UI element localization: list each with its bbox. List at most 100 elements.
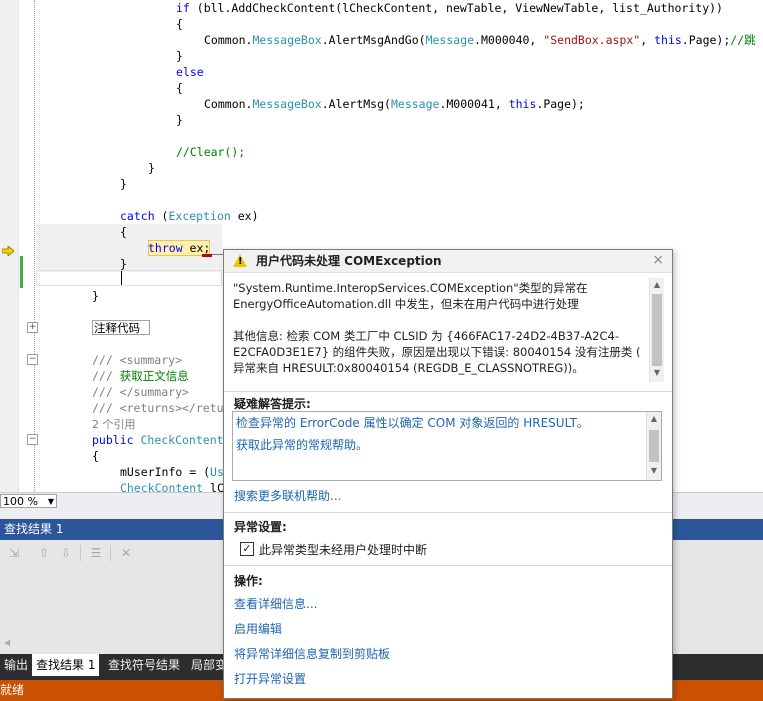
code-token: Message bbox=[390, 97, 440, 111]
exception-message: "System.Runtime.InteropServices.COMExcep… bbox=[233, 280, 643, 376]
code-line: Common.MessageBox.AlertMsgAndGo(Message.… bbox=[204, 32, 756, 48]
code-token: MessageBox bbox=[252, 33, 322, 47]
view-details-link[interactable]: 查看详细信息... bbox=[234, 595, 317, 612]
code-token: } bbox=[120, 177, 127, 191]
code-line: { bbox=[176, 16, 183, 32]
code-line: 2 个引用 bbox=[92, 416, 136, 432]
zoom-combobox[interactable]: 100 % ▼ bbox=[0, 494, 57, 508]
code-token: .AlertMsg( bbox=[321, 97, 391, 111]
code-token: mUserInfo = ( bbox=[120, 465, 211, 479]
code-token: 2 个引用 bbox=[92, 418, 136, 431]
message-line: E2CFA0D3E1E7} 的组件失败，原因是出现以下错误: 80040154 … bbox=[233, 345, 641, 359]
expand-region-icon[interactable]: − bbox=[27, 434, 38, 445]
break-when-unhandled-label[interactable]: 此异常类型未经用户处理时中断 bbox=[259, 541, 427, 558]
scroll-thumb[interactable] bbox=[649, 430, 659, 462]
collapse-region-icon[interactable]: + bbox=[27, 322, 38, 333]
code-token: /// <summary> bbox=[92, 353, 183, 367]
go-to-location-icon[interactable]: ⇲ bbox=[6, 545, 22, 561]
warning-icon: ! bbox=[233, 254, 247, 267]
code-token: ex) bbox=[230, 209, 259, 223]
stop-find-icon[interactable]: ✕ bbox=[118, 545, 134, 561]
code-token: } bbox=[148, 161, 155, 175]
code-token: .Page); bbox=[536, 97, 585, 111]
scroll-up-icon[interactable]: ▲ bbox=[647, 414, 661, 423]
change-marker bbox=[20, 256, 23, 288]
code-token: Common. bbox=[204, 97, 253, 111]
chevron-down-icon: ▼ bbox=[47, 497, 54, 506]
toolbar-separator bbox=[110, 545, 111, 561]
code-token: } bbox=[120, 257, 127, 271]
code-token: { bbox=[176, 81, 183, 95]
current-statement-arrow-icon bbox=[1, 241, 15, 257]
prev-result-icon[interactable]: ⇧ bbox=[36, 545, 52, 561]
code-line: } bbox=[92, 288, 99, 304]
tip-link-errorcode[interactable]: 检查异常的 ErrorCode 属性以确定 COM 对象返回的 HRESULT。 bbox=[236, 414, 589, 431]
code-token: public bbox=[92, 433, 141, 447]
code-token: this bbox=[654, 33, 682, 47]
zoom-value: 100 % bbox=[3, 495, 38, 508]
code-line: CheckContent lC bbox=[120, 480, 224, 492]
tips-heading: 疑难解答提示: bbox=[234, 397, 311, 411]
scroll-up-icon[interactable]: ▲ bbox=[650, 280, 664, 289]
code-line: } bbox=[176, 48, 183, 64]
collapsed-region-box[interactable] bbox=[92, 320, 150, 335]
code-token: /// <returns></retu bbox=[92, 401, 224, 415]
divider bbox=[224, 391, 672, 392]
exception-settings-heading: 异常设置: bbox=[234, 520, 287, 534]
tip-link-general-help[interactable]: 获取此异常的常规帮助。 bbox=[236, 436, 368, 453]
tab-find-symbol-results[interactable]: 查找符号结果 bbox=[104, 654, 184, 676]
clear-all-icon[interactable]: ☰ bbox=[88, 545, 104, 561]
code-token: catch bbox=[120, 209, 162, 223]
code-token: Common. bbox=[204, 33, 253, 47]
scroll-thumb[interactable] bbox=[652, 294, 662, 366]
code-token: else bbox=[176, 65, 204, 79]
code-line: catch (Exception ex) bbox=[120, 208, 259, 224]
break-when-unhandled-checkbox[interactable]: ✓ bbox=[240, 542, 254, 556]
code-line: Common.MessageBox.AlertMsg(Message.M0000… bbox=[204, 96, 585, 112]
code-token: lC bbox=[203, 481, 224, 492]
code-line: } bbox=[176, 112, 183, 128]
code-line: /// <returns></retu bbox=[92, 400, 224, 416]
code-token: (bll.AddCheckContent(lCheckContent, newT… bbox=[196, 1, 723, 15]
tips-list[interactable]: 检查异常的 ErrorCode 属性以确定 COM 对象返回的 HRESULT。… bbox=[232, 411, 662, 481]
code-token: { bbox=[92, 449, 99, 463]
code-line: else bbox=[176, 64, 204, 80]
open-exception-settings-link[interactable]: 打开异常设置 bbox=[234, 670, 306, 687]
code-line: } bbox=[120, 176, 127, 192]
divider bbox=[224, 512, 672, 513]
expand-region-icon[interactable]: − bbox=[27, 354, 38, 365]
code-token: Us bbox=[210, 465, 224, 479]
exception-title: 用户代码未处理 COMException bbox=[256, 254, 442, 268]
scroll-down-icon[interactable]: ▼ bbox=[647, 466, 661, 475]
close-icon[interactable]: × bbox=[652, 252, 664, 268]
code-token: } bbox=[176, 113, 183, 127]
caret-line bbox=[36, 270, 222, 286]
code-line: } bbox=[148, 160, 155, 176]
code-line: throw ex; bbox=[148, 240, 210, 256]
code-token: //Clear(); bbox=[176, 145, 246, 159]
tips-scrollbar[interactable]: ▲ ▼ bbox=[646, 412, 661, 480]
message-line: 异常来自 HRESULT:0x80040154 (REGDB_E_CLASSNO… bbox=[233, 361, 584, 375]
message-scrollbar[interactable]: ▲ ▼ bbox=[649, 278, 664, 382]
scroll-arrow-icon[interactable]: ◀ bbox=[4, 638, 10, 647]
next-result-icon[interactable]: ⇩ bbox=[58, 545, 74, 561]
code-token: ex; bbox=[182, 241, 211, 255]
scroll-down-icon[interactable]: ▼ bbox=[650, 368, 664, 377]
code-token: , bbox=[640, 33, 655, 47]
code-token: if bbox=[176, 1, 197, 15]
code-token: { bbox=[120, 225, 127, 239]
code-token: .AlertMsgAndGo( bbox=[321, 33, 426, 47]
enable-editing-link[interactable]: 启用编辑 bbox=[234, 620, 282, 637]
code-token: "SendBox.aspx" bbox=[543, 33, 641, 47]
copy-details-link[interactable]: 将异常详细信息复制到剪贴板 bbox=[234, 645, 390, 662]
exception-squiggle bbox=[202, 254, 212, 257]
code-token: CheckContent bbox=[140, 433, 224, 447]
search-online-help-link[interactable]: 搜索更多联机帮助... bbox=[234, 487, 341, 504]
tab-output[interactable]: 输出 bbox=[0, 654, 32, 676]
message-line: "System.Runtime.InteropServices.COMExcep… bbox=[233, 281, 588, 295]
code-token: CheckContent bbox=[120, 481, 204, 492]
tab-find-results-1[interactable]: 查找结果 1 bbox=[32, 654, 100, 676]
code-line: /// <summary> bbox=[92, 352, 182, 368]
text-caret bbox=[121, 271, 122, 285]
message-line: 其他信息: 检索 COM 类工厂中 CLSID 为 {466FAC17-24D2… bbox=[233, 329, 619, 343]
